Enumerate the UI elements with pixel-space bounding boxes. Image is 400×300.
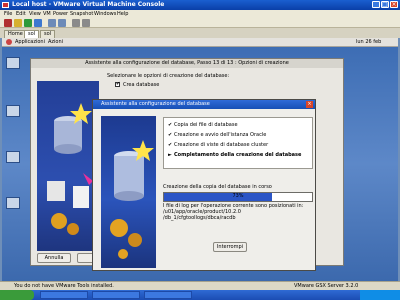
- guest-clock[interactable]: lun 26 feb: [356, 39, 381, 45]
- start-button[interactable]: [0, 290, 34, 300]
- vmware-tools-status: You do not have VMware Tools installed.: [14, 283, 114, 289]
- menu-vm[interactable]: VM: [43, 11, 51, 17]
- maximize-button[interactable]: □: [381, 1, 389, 8]
- dbca-step-window-title: Assistente alla configurazione del datab…: [31, 59, 343, 68]
- host-taskbar: [0, 290, 400, 300]
- toolbar: [0, 18, 400, 28]
- menu-bar: File Edit View VM Power Snapshot Windows…: [0, 10, 400, 18]
- menu-snapshot[interactable]: Snapshot: [70, 11, 93, 17]
- step-start-instance: ✔ Creazione e avvio dell'istanza Oracle: [168, 132, 267, 138]
- system-tray: [360, 290, 400, 300]
- database-illustration-icon: [47, 103, 93, 235]
- dbca-progress-dialog: Assistente alla configurazione del datab…: [92, 99, 316, 271]
- revert-icon[interactable]: [58, 19, 66, 27]
- desktop-computer-icon[interactable]: [6, 57, 20, 69]
- create-database-label: Crea database: [123, 82, 160, 88]
- menu-view[interactable]: View: [29, 11, 41, 17]
- creation-options-heading: Selezionare le opzioni di creazione del …: [107, 73, 230, 79]
- dialog-side-illustration: [101, 116, 156, 268]
- menu-edit[interactable]: Edit: [16, 11, 26, 17]
- power-off-icon[interactable]: [4, 19, 12, 27]
- step-copy-files: ✔ Copia dei file di database: [168, 122, 238, 128]
- tab-vm-1[interactable]: sol: [24, 30, 40, 38]
- database-progress-icon: [110, 140, 154, 259]
- progress-percent: 73%: [232, 193, 244, 199]
- interrompi-button[interactable]: Interrompi: [213, 242, 247, 252]
- step-complete-creation: ► Completamento della creazione del datab…: [168, 152, 302, 158]
- minimize-button[interactable]: _: [372, 1, 380, 8]
- applications-menu[interactable]: Applicazioni: [15, 39, 45, 45]
- actions-menu[interactable]: Azioni: [48, 39, 63, 45]
- menu-help[interactable]: Help: [117, 11, 128, 17]
- progress-bar: 73%: [163, 192, 313, 202]
- dialog-close-icon[interactable]: ×: [306, 101, 313, 108]
- pause-icon[interactable]: [14, 19, 22, 27]
- desktop-folder-icon[interactable]: [6, 105, 20, 117]
- step-cluster-views: ✔ Creazione di viste di database cluster: [168, 142, 269, 148]
- cancel-button[interactable]: Annulla: [37, 253, 71, 263]
- guest-menu-icon[interactable]: [6, 39, 12, 45]
- console-titlebar: Local host - VMware Virtual Machine Cons…: [0, 0, 400, 10]
- snapshot-icon[interactable]: [48, 19, 56, 27]
- menu-windows[interactable]: Windows: [94, 11, 116, 17]
- taskbar-item[interactable]: [40, 291, 88, 299]
- taskbar-item[interactable]: [92, 291, 140, 299]
- close-button[interactable]: ×: [390, 1, 398, 8]
- dialog-title: Assistente alla configurazione del datab…: [93, 100, 315, 109]
- log-info: I file di log per l'operazione corrente …: [163, 203, 311, 221]
- desktop-drive-icon[interactable]: [6, 151, 20, 163]
- menu-file[interactable]: File: [4, 11, 12, 17]
- vmware-app-icon: [2, 2, 9, 8]
- vmware-version: VMware GSX Server 3.2.0: [294, 283, 359, 289]
- progress-label: Creazione della copia del database in co…: [163, 184, 272, 190]
- desktop-trash-icon[interactable]: [6, 197, 20, 209]
- create-database-checkbox[interactable]: ✔: [115, 82, 120, 87]
- window-title: Local host - VMware Virtual Machine Cons…: [12, 1, 165, 8]
- menu-power[interactable]: Power: [53, 11, 68, 17]
- guest-top-panel: Applicazioni Azioni lun 26 feb: [2, 38, 398, 47]
- taskbar-item[interactable]: [144, 291, 192, 299]
- progress-steps-list: ✔ Copia dei file di database ✔ Creazione e…: [163, 117, 313, 169]
- fullscreen-icon[interactable]: [72, 19, 80, 27]
- console-tabs: Home sol sol: [0, 28, 400, 38]
- reset-icon[interactable]: [34, 19, 42, 27]
- power-on-icon[interactable]: [24, 19, 32, 27]
- console-statusbar: You do not have VMware Tools installed. …: [0, 281, 400, 290]
- dbca-side-illustration: [37, 81, 99, 251]
- quick-switch-icon[interactable]: [82, 19, 90, 27]
- log-info-line: /db_1/cfgtoollogs/dbca/racdb: [163, 215, 236, 221]
- tab-vm-2[interactable]: sol: [40, 30, 56, 38]
